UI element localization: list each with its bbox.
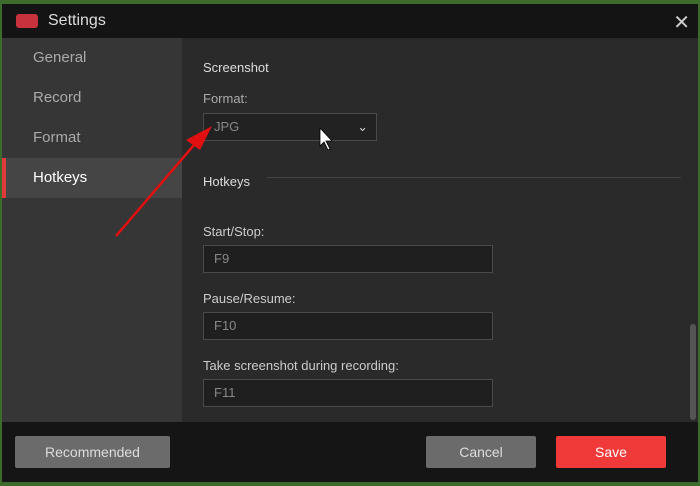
footer: Recommended Cancel Save <box>2 422 698 482</box>
divider <box>267 177 681 178</box>
scrollbar[interactable] <box>690 324 696 420</box>
app-logo-icon <box>16 14 38 28</box>
save-button[interactable]: Save <box>556 436 666 468</box>
screenshot-heading: Screenshot <box>203 60 269 75</box>
window-title: Settings <box>48 12 106 29</box>
format-value: JPG <box>214 119 240 134</box>
sidebar: General Record Format Hotkeys <box>2 38 182 422</box>
start-stop-label: Start/Stop: <box>203 224 265 239</box>
screenshot-hotkey-input[interactable]: F11 <box>203 379 493 407</box>
pause-resume-label: Pause/Resume: <box>203 291 296 306</box>
format-label: Format: <box>203 91 248 106</box>
sidebar-item-general[interactable]: General <box>2 38 182 78</box>
sidebar-item-record[interactable]: Record <box>2 78 182 118</box>
cancel-button[interactable]: Cancel <box>426 436 536 468</box>
start-stop-input[interactable]: F9 <box>203 245 493 273</box>
pause-resume-input[interactable]: F10 <box>203 312 493 340</box>
format-select[interactable]: JPG ⌄ <box>203 113 377 141</box>
sidebar-item-hotkeys[interactable]: Hotkeys <box>2 158 182 198</box>
hotkeys-heading: Hotkeys <box>203 174 250 189</box>
content-panel: Screenshot Format: JPG ⌄ Hotkeys Start/St… <box>182 38 698 422</box>
settings-dialog: Settings ✕ General Record Format Hotkeys… <box>2 4 698 482</box>
screenshot-hotkey-label: Take screenshot during recording: <box>203 358 399 373</box>
title-bar: Settings ✕ <box>2 4 698 38</box>
sidebar-item-format[interactable]: Format <box>2 118 182 158</box>
close-icon[interactable]: ✕ <box>673 10 690 35</box>
chevron-down-icon: ⌄ <box>357 119 368 134</box>
recommended-button[interactable]: Recommended <box>15 436 170 468</box>
